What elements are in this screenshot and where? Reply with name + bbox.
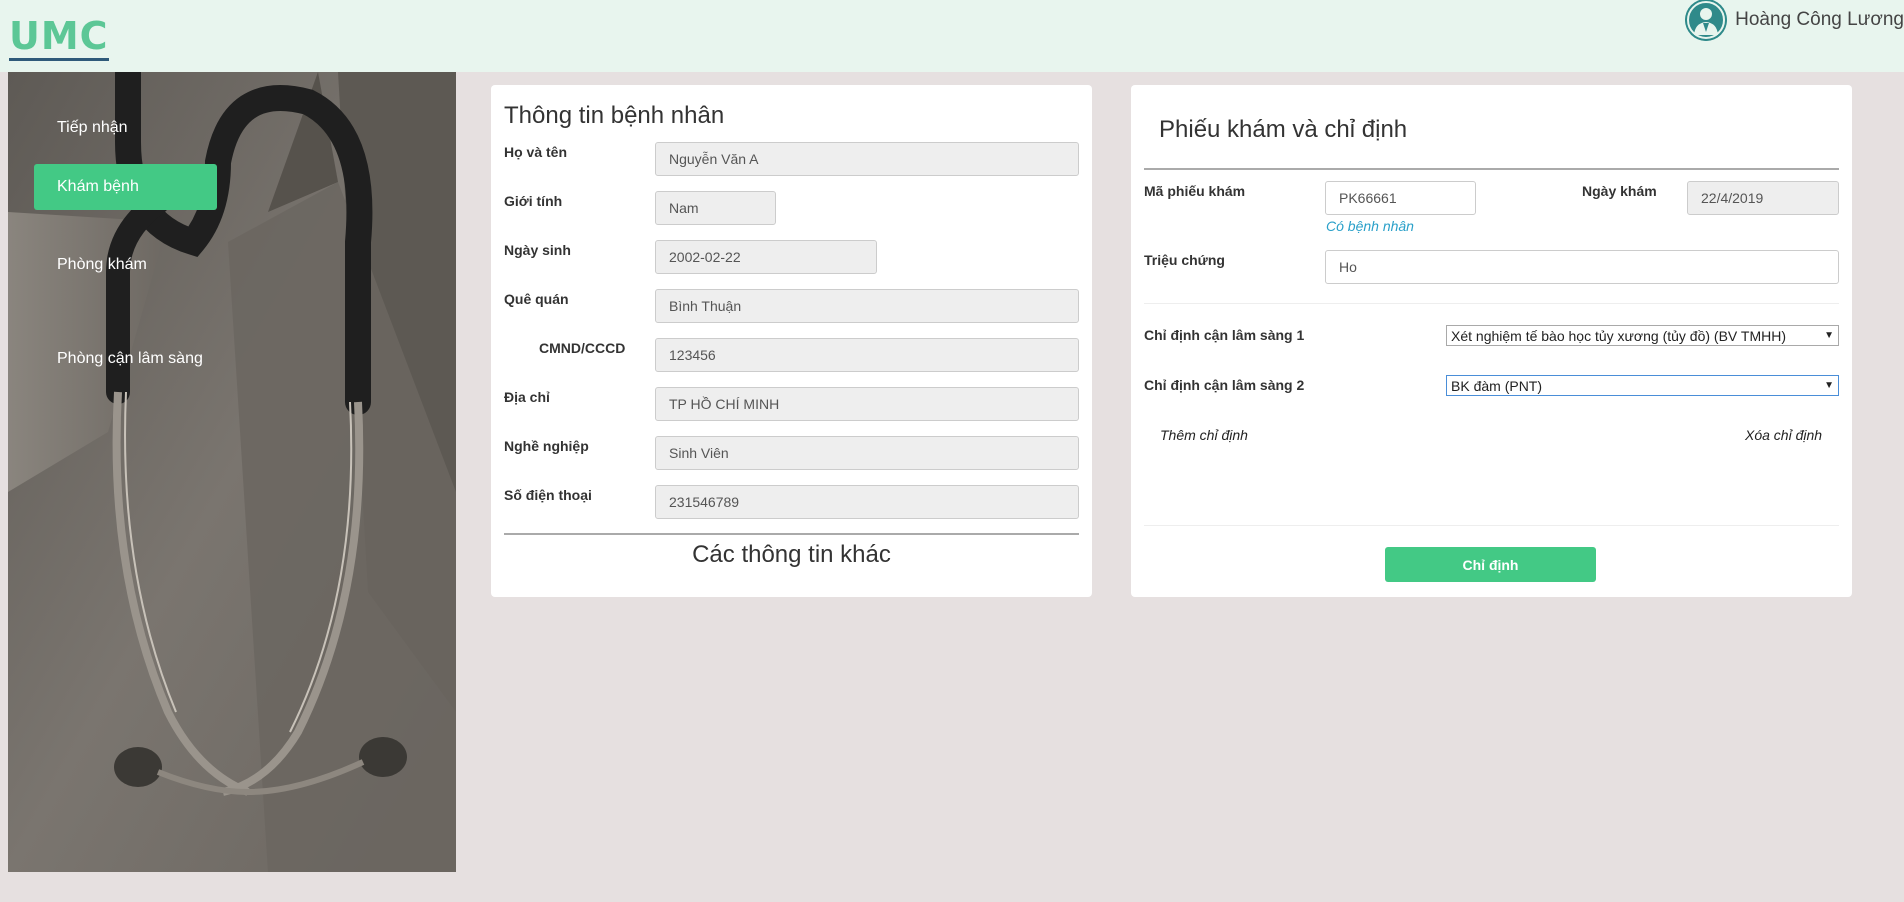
occupation-field[interactable]: Sinh Viên: [655, 436, 1079, 470]
full-name-field[interactable]: Nguyễn Văn A: [655, 142, 1079, 176]
hometown-field[interactable]: Bình Thuận: [655, 289, 1079, 323]
doctor-avatar-icon: [1685, 0, 1728, 41]
user-menu[interactable]: Hoàng Công Lương: [1685, 0, 1904, 41]
submit-order-button[interactable]: Chỉ định: [1385, 547, 1596, 582]
gender-label: Giới tính: [504, 193, 563, 209]
sidebar-item-phong-kham[interactable]: Phòng khám: [34, 242, 170, 288]
lab-order-2-label: Chỉ định cận lâm sàng 2: [1144, 377, 1305, 393]
actions-divider: [1144, 525, 1839, 526]
birth-date-field[interactable]: 2002-02-22: [655, 240, 877, 274]
sidebar-item-phong-can-lam-sang[interactable]: Phòng cận lâm sàng: [34, 336, 226, 382]
phone-label: Số điện thoại: [504, 487, 592, 503]
lab-order-1-label: Chỉ định cận lâm sàng 1: [1144, 327, 1305, 343]
id-card-label: CMND/CCCD: [539, 340, 626, 356]
id-card-field[interactable]: 123456: [655, 338, 1079, 372]
title-divider: [1144, 168, 1839, 170]
more-info-heading[interactable]: Các thông tin khác: [504, 541, 1079, 569]
sidebar-item-label: Phòng cận lâm sàng: [57, 350, 203, 367]
lab-order-2-select[interactable]: BK đàm (PNT) ▼: [1446, 375, 1839, 396]
exam-code-input[interactable]: PK66661: [1325, 181, 1476, 215]
patient-info-title: Thông tin bệnh nhân: [504, 102, 725, 129]
address-field[interactable]: TP HỒ CHÍ MINH: [655, 387, 1079, 421]
exam-date-field[interactable]: 22/4/2019: [1687, 181, 1839, 215]
occupation-label: Nghề nghiệp: [504, 438, 589, 454]
sidebar-item-tiep-nhan[interactable]: Tiếp nhận: [34, 105, 151, 151]
lab-order-1-value: Xét nghiệm tế bào học tủy xương (tủy đồ)…: [1451, 327, 1786, 344]
exam-code-label: Mã phiếu khám: [1144, 183, 1246, 199]
sidebar-item-label: Tiếp nhận: [57, 119, 128, 136]
birth-date-label: Ngày sinh: [504, 242, 571, 258]
lab-order-1-select[interactable]: Xét nghiệm tế bào học tủy xương (tủy đồ)…: [1446, 325, 1839, 346]
caret-down-icon: ▼: [1824, 380, 1834, 391]
hometown-label: Quê quán: [504, 291, 569, 307]
section-divider: [504, 533, 1079, 535]
user-name: Hoàng Công Lương: [1735, 9, 1904, 30]
sidebar-item-label: Khám bệnh: [57, 178, 139, 195]
gender-field[interactable]: Nam: [655, 191, 776, 225]
full-name-label: Họ và tên: [504, 144, 568, 160]
add-order-link[interactable]: Thêm chỉ định: [1160, 427, 1248, 443]
caret-down-icon: ▼: [1824, 330, 1834, 341]
exam-date-label: Ngày khám: [1582, 183, 1657, 199]
address-label: Địa chỉ: [504, 389, 550, 405]
exam-order-title: Phiếu khám và chỉ định: [1159, 116, 1408, 143]
symptom-label: Triệu chứng: [1144, 252, 1225, 268]
symptom-input[interactable]: Ho: [1325, 250, 1839, 284]
remove-order-link[interactable]: Xóa chỉ định: [1745, 427, 1822, 443]
sidebar-item-kham-benh[interactable]: Khám bệnh: [34, 164, 217, 210]
sidebar-item-label: Phòng khám: [57, 256, 147, 273]
lab-order-2-value: BK đàm (PNT): [1451, 377, 1543, 394]
has-patient-hint: Có bệnh nhân: [1326, 218, 1414, 234]
sidebar: Tiếp nhận Khám bệnh Phòng khám Phòng cận…: [8, 72, 456, 872]
app-logo[interactable]: UMC: [9, 14, 109, 61]
top-header: UMC Hoàng Công Lương: [0, 0, 1904, 72]
patient-info-panel: Thông tin bệnh nhân Họ và tên Nguyễn Văn…: [491, 85, 1092, 597]
phone-field[interactable]: 231546789: [655, 485, 1079, 519]
symptom-divider: [1144, 303, 1839, 304]
exam-order-panel: Phiếu khám và chỉ định Mã phiếu khám PK6…: [1131, 85, 1852, 597]
